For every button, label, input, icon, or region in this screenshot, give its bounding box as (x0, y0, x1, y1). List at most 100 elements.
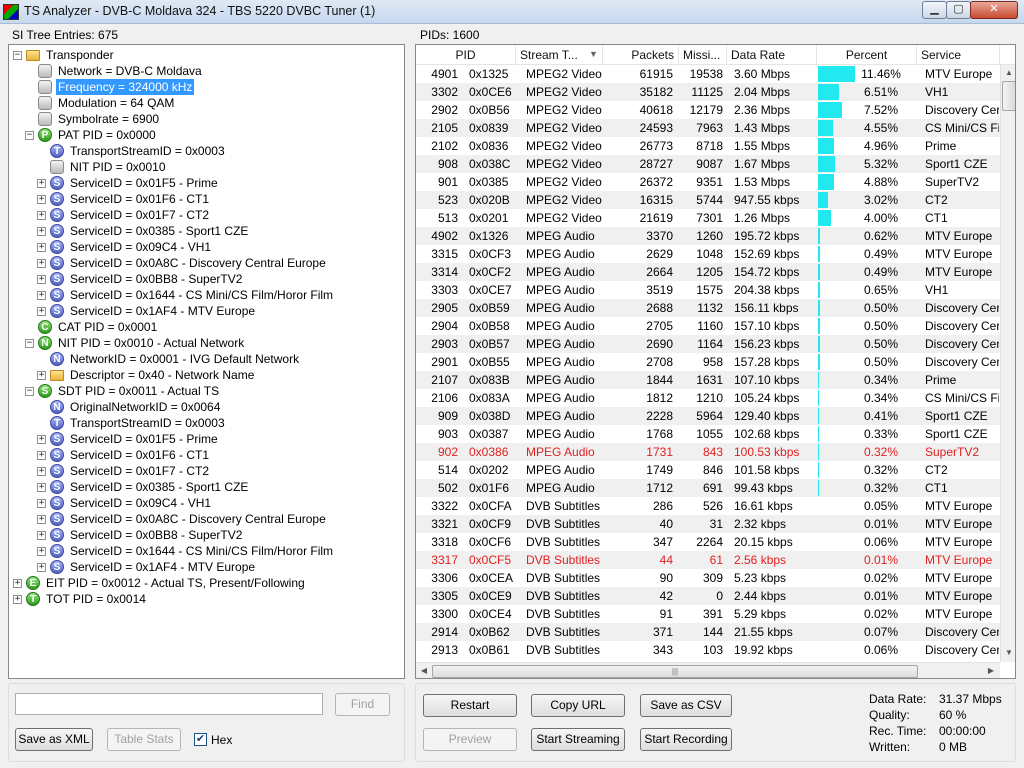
si-tree[interactable]: − Transponder Network = DVB-C Moldava Frequ… (8, 44, 405, 679)
tree-node[interactable]: + S ServiceID = 0x1644 - CS Mini/CS Film/H… (9, 543, 404, 559)
pid-row[interactable]: 2905 0x0B59 MPEG Audio 2688 1132 156.11 kbps 0… (416, 299, 1000, 317)
column-header-data-rate[interactable]: Data Rate (727, 45, 817, 65)
horizontal-scrollbar[interactable]: ◀ ||| ▶ (416, 662, 1000, 678)
tree-node[interactable]: + S ServiceID = 0x0385 - Sport1 CZE (9, 479, 404, 495)
pid-list[interactable]: PID Stream T... ▼ Packets Missi... Data … (415, 44, 1016, 679)
pid-row[interactable]: 902 0x0386 MPEG Audio 1731 843 100.53 kbps 0.3… (416, 443, 1000, 461)
collapse-icon[interactable]: − (25, 387, 34, 396)
column-header-packets[interactable]: Packets (603, 45, 679, 65)
pid-row[interactable]: 4901 0x1325 MPEG2 Video 61915 19538 3.60 Mbps… (416, 65, 1000, 83)
pid-row[interactable]: 2105 0x0839 MPEG2 Video 24593 7963 1.43 Mbps 4… (416, 119, 1000, 137)
pid-row[interactable]: 502 0x01F6 MPEG Audio 1712 691 99.43 kbps 0.32… (416, 479, 1000, 497)
pid-row[interactable]: 3314 0x0CF2 MPEG Audio 2664 1205 154.72 kbps 0… (416, 263, 1000, 281)
pid-row[interactable]: 2903 0x0B57 MPEG Audio 2690 1164 156.23 kbps 0… (416, 335, 1000, 353)
expand-icon[interactable]: + (13, 595, 22, 604)
horizontal-scroll-thumb[interactable]: ||| (432, 665, 918, 678)
search-input[interactable] (15, 693, 323, 715)
collapse-icon[interactable]: − (25, 339, 34, 348)
vertical-scroll-thumb[interactable] (1002, 81, 1015, 111)
scroll-down-icon[interactable]: ▼ (1002, 646, 1015, 660)
pid-row[interactable]: 3315 0x0CF3 MPEG Audio 2629 1048 152.69 kbps 0… (416, 245, 1000, 263)
tree-node[interactable]: Symbolrate = 6900 (9, 111, 404, 127)
expand-icon[interactable]: + (37, 515, 46, 524)
expand-icon[interactable]: + (37, 259, 46, 268)
minimize-button[interactable]: ▁ (922, 1, 947, 19)
tree-node[interactable]: − Transponder (9, 47, 404, 63)
maximize-button[interactable]: ▢ (946, 1, 971, 19)
start-streaming-button[interactable]: Start Streaming (531, 728, 625, 751)
collapse-icon[interactable]: − (13, 51, 22, 60)
tree-node[interactable]: + E EIT PID = 0x0012 - Actual TS, Present/… (9, 575, 404, 591)
column-header-service[interactable]: Service (917, 45, 1000, 65)
hex-label[interactable]: Hex (211, 733, 232, 747)
expand-icon[interactable]: + (37, 195, 46, 204)
tree-node[interactable]: + S ServiceID = 0x01F5 - Prime (9, 431, 404, 447)
tree-node[interactable]: Network = DVB-C Moldava (9, 63, 404, 79)
tree-node[interactable]: + S ServiceID = 0x09C4 - VH1 (9, 495, 404, 511)
pid-row[interactable]: 908 0x038C MPEG2 Video 28727 9087 1.67 Mbps 5.… (416, 155, 1000, 173)
pid-row[interactable]: 2904 0x0B58 MPEG Audio 2705 1160 157.10 kbps 0… (416, 317, 1000, 335)
pid-row[interactable]: 513 0x0201 MPEG2 Video 21619 7301 1.26 Mbps 4.… (416, 209, 1000, 227)
pid-row[interactable]: 901 0x0385 MPEG2 Video 26372 9351 1.53 Mbps 4.… (416, 173, 1000, 191)
tree-node[interactable]: T TransportStreamID = 0x0003 (9, 143, 404, 159)
pid-row[interactable]: 3300 0x0CE4 DVB Subtitles 91 391 5.29 kbps 0.0… (416, 605, 1000, 623)
tree-node[interactable]: Frequency = 324000 kHz (9, 79, 404, 95)
scroll-up-icon[interactable]: ▲ (1002, 66, 1015, 80)
tree-node[interactable]: NIT PID = 0x0010 (9, 159, 404, 175)
pid-row[interactable]: 4902 0x1326 MPEG Audio 3370 1260 195.72 kbps 0… (416, 227, 1000, 245)
pid-row[interactable]: 2106 0x083A MPEG Audio 1812 1210 105.24 kbps 0… (416, 389, 1000, 407)
expand-icon[interactable]: + (37, 179, 46, 188)
pid-row[interactable]: 3306 0x0CEA DVB Subtitles 90 309 5.23 kbps 0.0… (416, 569, 1000, 587)
tree-node[interactable]: + S ServiceID = 0x0A8C - Discovery Central… (9, 255, 404, 271)
tree-node[interactable]: + S ServiceID = 0x01F6 - CT1 (9, 191, 404, 207)
tree-node[interactable]: + S ServiceID = 0x01F7 - CT2 (9, 207, 404, 223)
tree-node[interactable]: + S ServiceID = 0x01F5 - Prime (9, 175, 404, 191)
expand-icon[interactable]: + (37, 451, 46, 460)
tree-node[interactable]: + S ServiceID = 0x1AF4 - MTV Europe (9, 303, 404, 319)
tree-node[interactable]: N OriginalNetworkID = 0x0064 (9, 399, 404, 415)
pid-row[interactable]: 2902 0x0B56 MPEG2 Video 40618 12179 2.36 Mbps… (416, 101, 1000, 119)
tree-node[interactable]: C CAT PID = 0x0001 (9, 319, 404, 335)
column-header-missing[interactable]: Missi... (679, 45, 727, 65)
scroll-left-icon[interactable]: ◀ (417, 664, 431, 678)
expand-icon[interactable]: + (37, 211, 46, 220)
tree-node[interactable]: − P PAT PID = 0x0000 (9, 127, 404, 143)
scroll-right-icon[interactable]: ▶ (984, 664, 998, 678)
tree-node[interactable]: + S ServiceID = 0x0385 - Sport1 CZE (9, 223, 404, 239)
close-button[interactable]: ✕ (970, 1, 1018, 19)
tree-node[interactable]: Modulation = 64 QAM (9, 95, 404, 111)
pid-row[interactable]: 3302 0x0CE6 MPEG2 Video 35182 11125 2.04 Mbps… (416, 83, 1000, 101)
pid-row[interactable]: 2107 0x083B MPEG Audio 1844 1631 107.10 kbps 0… (416, 371, 1000, 389)
pid-row[interactable]: 3318 0x0CF6 DVB Subtitles 347 2264 20.15 kbps… (416, 533, 1000, 551)
pid-row[interactable]: 2901 0x0B55 MPEG Audio 2708 958 157.28 kbps 0.… (416, 353, 1000, 371)
expand-icon[interactable]: + (37, 307, 46, 316)
pid-row[interactable]: 3321 0x0CF9 DVB Subtitles 40 31 2.32 kbps 0.01… (416, 515, 1000, 533)
collapse-icon[interactable]: − (25, 131, 34, 140)
pid-row[interactable]: 903 0x0387 MPEG Audio 1768 1055 102.68 kbps 0.… (416, 425, 1000, 443)
pid-row[interactable]: 3317 0x0CF5 DVB Subtitles 44 61 2.56 kbps 0.01… (416, 551, 1000, 569)
tree-node[interactable]: + S ServiceID = 0x01F6 - CT1 (9, 447, 404, 463)
start-recording-button[interactable]: Start Recording (640, 728, 732, 751)
tree-node[interactable]: T TransportStreamID = 0x0003 (9, 415, 404, 431)
tree-node[interactable]: + S ServiceID = 0x1AF4 - MTV Europe (9, 559, 404, 575)
pid-row[interactable]: 514 0x0202 MPEG Audio 1749 846 101.58 kbps 0.3… (416, 461, 1000, 479)
expand-icon[interactable]: + (37, 243, 46, 252)
pid-row[interactable]: 2914 0x0B62 DVB Subtitles 371 144 21.55 kbps 0… (416, 623, 1000, 641)
tree-node[interactable]: + S ServiceID = 0x1644 - CS Mini/CS Film/H… (9, 287, 404, 303)
pid-row[interactable]: 2102 0x0836 MPEG2 Video 26773 8718 1.55 Mbps 4… (416, 137, 1000, 155)
preview-button[interactable]: Preview (423, 728, 517, 751)
save-as-xml-button[interactable]: Save as XML (15, 728, 93, 751)
pid-row[interactable]: 3305 0x0CE9 DVB Subtitles 42 0 2.44 kbps 0.01%… (416, 587, 1000, 605)
hex-checkbox[interactable]: ✔ (194, 733, 207, 746)
expand-icon[interactable]: + (37, 563, 46, 572)
expand-icon[interactable]: + (37, 371, 46, 380)
expand-icon[interactable]: + (37, 227, 46, 236)
tree-node[interactable]: + T TOT PID = 0x0014 (9, 591, 404, 607)
expand-icon[interactable]: + (13, 579, 22, 588)
column-header-percent[interactable]: Percent (817, 45, 917, 65)
expand-icon[interactable]: + (37, 435, 46, 444)
tree-node[interactable]: + Descriptor = 0x40 - Network Name (9, 367, 404, 383)
column-header-pid[interactable]: PID (416, 45, 516, 65)
table-stats-button[interactable]: Table Stats (107, 728, 181, 751)
tree-node[interactable]: + S ServiceID = 0x0BB8 - SuperTV2 (9, 527, 404, 543)
